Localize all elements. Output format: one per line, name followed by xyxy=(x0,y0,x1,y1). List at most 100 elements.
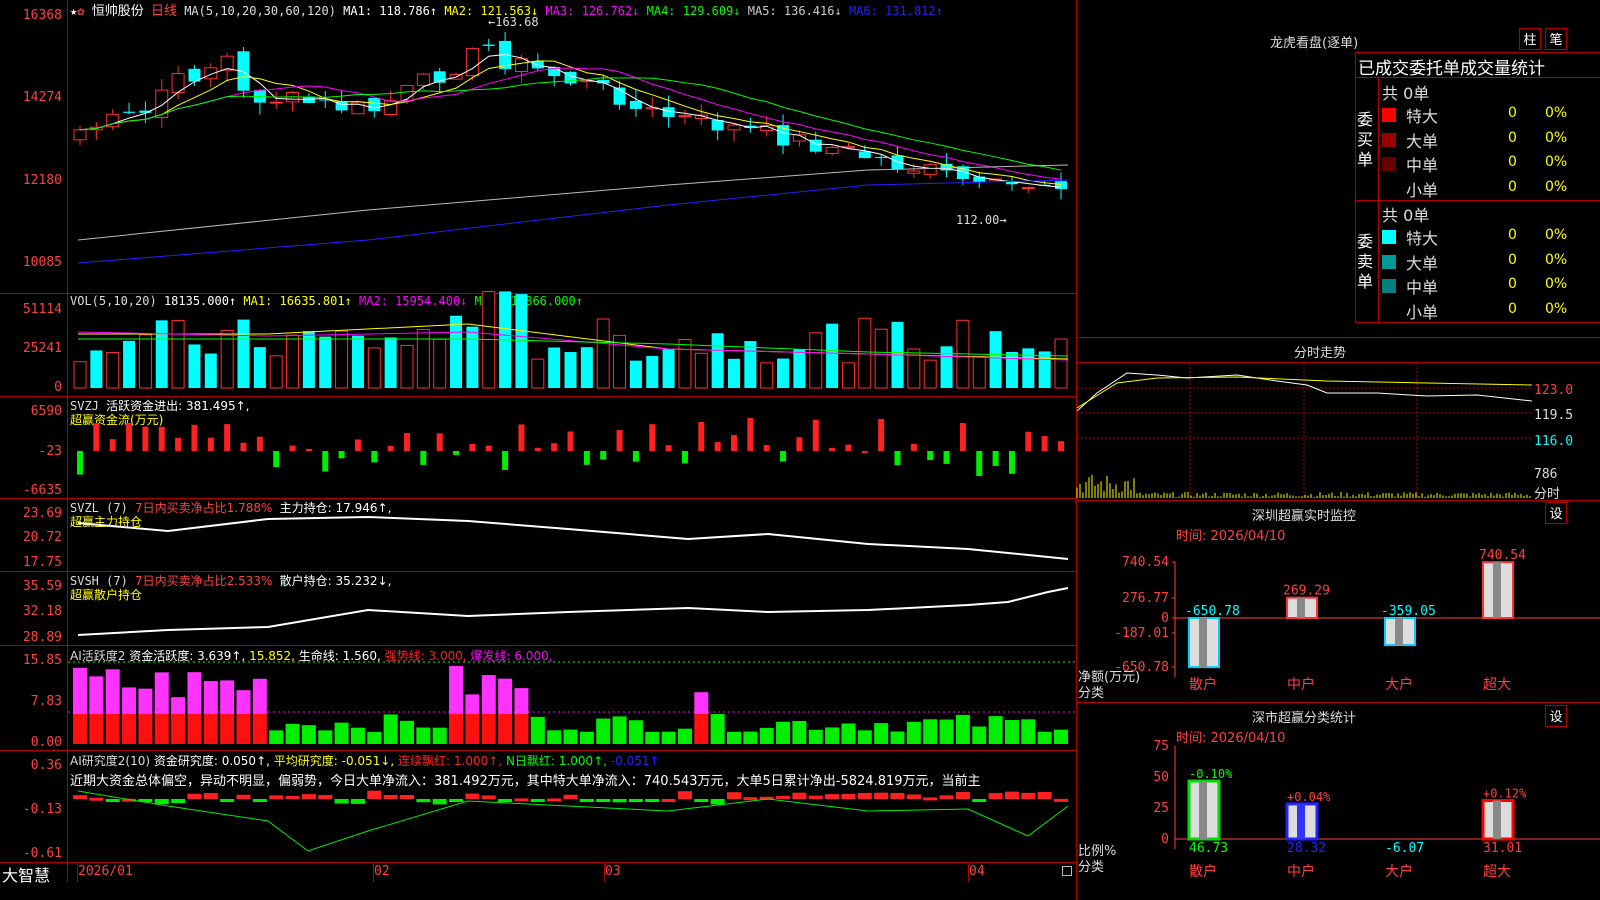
category-bar-shade xyxy=(1297,803,1305,839)
svzj-bar xyxy=(600,451,607,460)
svzj-bar xyxy=(191,424,198,451)
svzj-bar xyxy=(387,445,394,451)
high-annotation: ←163.68 xyxy=(488,15,539,29)
axis-tick-label: 0 xyxy=(1161,611,1169,626)
sell-row-name: 小单 xyxy=(1406,302,1439,322)
sz-monitor-chart[interactable]: 740.54276.770-187.01-650.78-650.78散户269.… xyxy=(1077,540,1600,700)
buy-row-name: 大单 xyxy=(1406,131,1439,151)
ai-active-tick: 0.00 xyxy=(30,735,62,750)
ai-active-bar xyxy=(612,716,627,744)
ai-active-bar-top xyxy=(138,688,153,714)
buy-row-pct: 0% xyxy=(1545,129,1568,146)
candle-body xyxy=(400,85,414,102)
ai-active-bar xyxy=(988,716,1003,744)
ai-active-bar xyxy=(1021,719,1036,744)
svzj-bar xyxy=(371,451,378,463)
ai-active-bar xyxy=(285,723,300,744)
buy-row-count: 0 xyxy=(1508,129,1517,146)
svzj-tick: -23 xyxy=(38,444,62,459)
svzj-bar xyxy=(910,443,917,451)
buy-row-pct: 0% xyxy=(1545,105,1568,121)
buy-row-swatch xyxy=(1382,108,1396,122)
candle-body xyxy=(482,44,495,46)
buy-row-pct: 0% xyxy=(1545,154,1568,170)
ai-active-bar xyxy=(628,720,643,744)
svzj-bar xyxy=(453,451,460,455)
ai-research-bar xyxy=(579,799,594,802)
ai-active-chart[interactable] xyxy=(68,646,1076,750)
sz-stats-settings-button[interactable]: 设 xyxy=(1545,705,1567,727)
svsh-chart[interactable] xyxy=(68,572,1076,645)
svzl-chart[interactable] xyxy=(68,499,1076,571)
candle-body xyxy=(923,164,937,175)
intraday-tick: 123.0 xyxy=(1534,383,1574,398)
ai-active-bar-top xyxy=(171,697,186,714)
candle-body xyxy=(858,151,871,159)
ai-research-bar xyxy=(743,797,758,801)
buy-row-swatch xyxy=(1382,181,1396,196)
ai-research-bar xyxy=(988,793,1003,799)
svzj-bar xyxy=(698,422,705,451)
x-tick: 2026/01 xyxy=(78,864,133,879)
category-value-label: -6.07 xyxy=(1385,841,1424,856)
svzj-bar xyxy=(992,451,999,466)
sz-stats-chart[interactable]: 75 50 25 0 -0.10% 46.73 散户 +0.04% 28.32 中户 -6.07 大户… xyxy=(1077,739,1600,900)
ai-active-bar xyxy=(530,716,545,744)
buy-row-count: 0 xyxy=(1508,154,1517,170)
svzj-bar xyxy=(485,445,492,451)
volume-bar xyxy=(351,335,364,388)
sz-monitor-title: 深圳超赢实时监控 xyxy=(1252,509,1357,524)
sz-monitor-settings-button[interactable]: 设 xyxy=(1545,502,1567,524)
svzj-bar xyxy=(894,451,901,466)
volume-bar xyxy=(269,355,283,389)
sell-row-swatch xyxy=(1382,254,1396,269)
ai-active-bar xyxy=(857,730,872,744)
svzj-bar xyxy=(207,437,214,451)
ai-active-bar xyxy=(481,714,496,744)
category-label: 散户 xyxy=(1189,863,1217,880)
lock-icon[interactable] xyxy=(1062,866,1072,876)
volume-bar xyxy=(728,358,740,388)
svzl-tick: 23.69 xyxy=(22,506,62,521)
ai-research-bar xyxy=(73,795,87,799)
candle-body xyxy=(269,101,283,104)
bar-mode-button[interactable]: 柱 xyxy=(1519,28,1541,50)
price-tick: 12180 xyxy=(22,173,62,188)
kline-chart[interactable] xyxy=(68,0,1076,293)
ai-active-bar xyxy=(906,721,921,744)
svzj-bar xyxy=(551,443,558,451)
axis-tick-label: 75 xyxy=(1153,739,1169,754)
ai-research-bar xyxy=(890,792,905,799)
volume-chart[interactable] xyxy=(68,290,1076,396)
vol-tick: 0 xyxy=(54,380,62,395)
ai-active-bar-top xyxy=(220,680,235,714)
ai-research-bar xyxy=(449,799,464,802)
ai-research-bar xyxy=(252,799,267,802)
candle-body xyxy=(875,156,888,159)
volume-bar xyxy=(90,350,103,388)
ai-research-bar xyxy=(563,794,578,799)
volume-bar xyxy=(450,315,463,388)
volume-bar xyxy=(580,347,593,388)
intraday-chart[interactable] xyxy=(1076,363,1533,498)
ai-active-bar-top xyxy=(154,672,169,714)
ai-active-bar xyxy=(400,720,414,744)
ai-active-bar xyxy=(301,725,316,744)
category-value-label: -650.78 xyxy=(1185,604,1240,619)
svzj-bar xyxy=(1041,436,1048,451)
ai-research-bar xyxy=(628,799,643,802)
ai-research-bar xyxy=(350,799,365,804)
ai-research-bar xyxy=(841,793,856,799)
ai-research-bar xyxy=(1021,792,1036,799)
svzj-chart[interactable] xyxy=(68,397,1076,498)
candle-body xyxy=(368,97,381,112)
tick-mode-button[interactable]: 笔 xyxy=(1545,28,1567,50)
ai-research-chart[interactable] xyxy=(68,751,1076,862)
sell-row-swatch xyxy=(1382,303,1396,318)
volume-bar xyxy=(416,329,430,389)
svzj-bar xyxy=(959,423,966,451)
sell-row-pct: 0% xyxy=(1545,276,1568,292)
category-label: 超大 xyxy=(1483,864,1511,880)
ai-research-bar xyxy=(481,795,496,799)
volume-bar xyxy=(662,349,675,388)
